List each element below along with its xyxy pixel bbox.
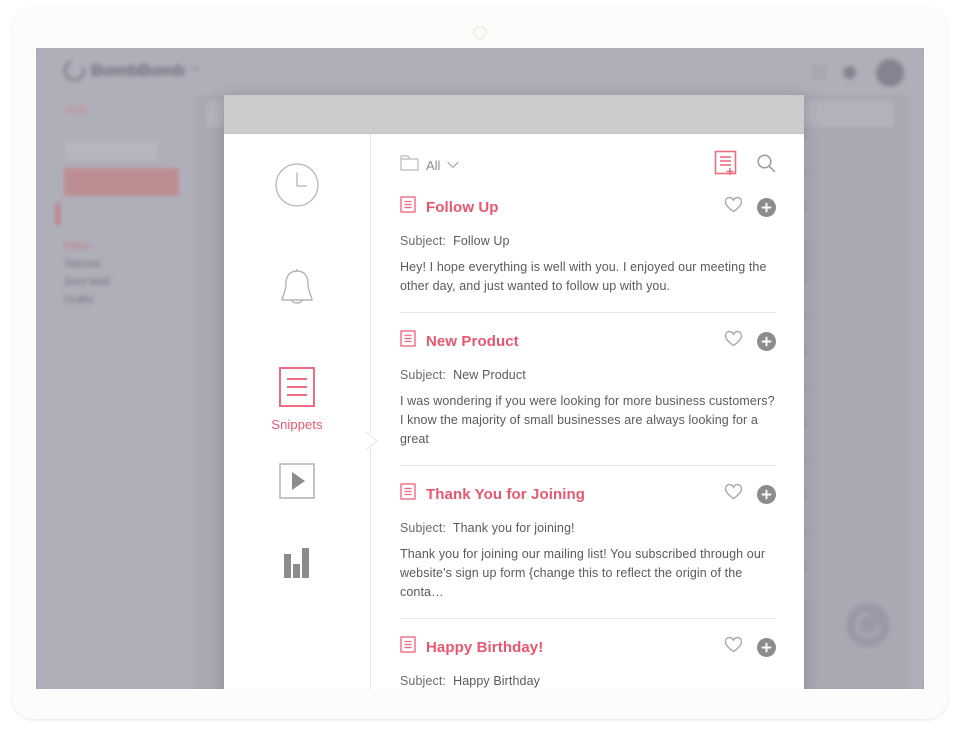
sidebar-item-snippets[interactable]: Snippets xyxy=(224,366,370,432)
search-icon[interactable] xyxy=(756,153,776,178)
camera-icon xyxy=(474,26,487,39)
snippet-subject-label: Subject: xyxy=(400,674,446,688)
snippet-icon xyxy=(400,636,416,658)
snippet-header: New Product xyxy=(400,330,776,352)
chevron-down-icon xyxy=(447,156,459,174)
plus-circle-icon[interactable] xyxy=(757,638,776,657)
snippet-body: Hey! I hope everything is well with you.… xyxy=(400,258,776,296)
heart-icon[interactable] xyxy=(724,483,743,505)
snippet-icon xyxy=(400,330,416,352)
bombbomb-logo: BombBomb ™ xyxy=(64,60,199,81)
sidebar-item-drafts[interactable]: Drafts xyxy=(64,294,93,306)
snippet-subject: Subject: Happy Birthday xyxy=(400,674,776,688)
list-item[interactable]: Thank You for Joining xyxy=(400,483,776,619)
heart-icon[interactable] xyxy=(724,196,743,218)
snippet-title-wrap: Thank You for Joining xyxy=(400,483,585,505)
snippet-subject-value: New Product xyxy=(453,368,526,382)
sidebar-item-analytics[interactable] xyxy=(224,544,370,580)
snippet-subject-label: Subject: xyxy=(400,521,446,535)
sidebar-item-notifications[interactable] xyxy=(224,266,370,314)
snippet-subject: Subject: New Product xyxy=(400,368,776,382)
heart-icon[interactable] xyxy=(724,636,743,658)
snippet-title-wrap: Happy Birthday! xyxy=(400,636,543,658)
snippets-toolbar: All xyxy=(400,134,776,196)
tablet-device-frame: BombBomb ™ Mail Inbox Starred Sent Mail … xyxy=(12,7,948,719)
folder-filter-label: All xyxy=(426,158,440,173)
clock-icon xyxy=(274,162,320,208)
background-right-strip xyxy=(908,95,924,689)
sidebar-item-sent-mail[interactable]: Sent Mail xyxy=(64,276,110,288)
snippet-title: Happy Birthday! xyxy=(426,639,543,656)
sidebar-item-inbox[interactable]: Inbox xyxy=(64,240,91,252)
modal-rail: Snippets xyxy=(224,134,370,689)
refresh-icon[interactable] xyxy=(846,603,890,647)
snippet-actions xyxy=(724,483,776,505)
active-nav-marker xyxy=(56,203,60,225)
heart-icon[interactable] xyxy=(724,330,743,352)
snippet-actions xyxy=(724,196,776,218)
list-item[interactable]: New Product xyxy=(400,330,776,466)
folder-filter-dropdown[interactable]: All xyxy=(400,155,459,176)
snippets-modal: Snippets xyxy=(224,95,804,689)
snippet-icon xyxy=(400,483,416,505)
sidebar-item-history[interactable] xyxy=(224,162,370,208)
sidebar-item-videos[interactable] xyxy=(224,462,370,500)
toolbar-actions xyxy=(714,150,776,181)
snippet-header: Follow Up xyxy=(400,196,776,218)
snippet-subject-value: Thank you for joining! xyxy=(453,521,575,535)
list-item[interactable]: Happy Birthday! xyxy=(400,636,776,689)
snippets-content: All xyxy=(370,134,804,689)
play-icon xyxy=(278,462,316,500)
avatar[interactable] xyxy=(876,59,904,87)
apps-grid-icon[interactable] xyxy=(812,65,826,79)
snippet-subject-value: Happy Birthday xyxy=(453,674,540,688)
snippet-body: Thank you for joining our mailing list! … xyxy=(400,545,776,602)
sidebar-item-label: Snippets xyxy=(271,417,322,432)
plus-circle-icon[interactable] xyxy=(757,485,776,504)
modal-body: Snippets xyxy=(224,134,804,689)
compose-button[interactable] xyxy=(64,168,179,196)
device-screen: BombBomb ™ Mail Inbox Starred Sent Mail … xyxy=(36,48,924,689)
snippet-icon xyxy=(278,366,316,408)
modal-header-bar xyxy=(224,95,804,134)
snippet-actions xyxy=(724,636,776,658)
bell-icon xyxy=(274,266,320,314)
add-snippet-icon[interactable] xyxy=(714,150,740,181)
folder-icon xyxy=(400,155,419,176)
snippet-title: Follow Up xyxy=(426,199,499,216)
snippet-body: I was wondering if you were looking for … xyxy=(400,392,776,449)
snippet-title-wrap: Follow Up xyxy=(400,196,499,218)
snippet-title: New Product xyxy=(426,333,519,350)
notification-dot-icon[interactable] xyxy=(843,66,856,79)
bombbomb-mark-icon xyxy=(61,57,89,85)
trademark-symbol: ™ xyxy=(191,66,199,75)
plus-circle-icon[interactable] xyxy=(757,198,776,217)
snippet-subject: Subject: Follow Up xyxy=(400,234,776,248)
snippet-title-wrap: New Product xyxy=(400,330,519,352)
snippet-title: Thank You for Joining xyxy=(426,486,585,503)
list-item[interactable]: Follow Up xyxy=(400,196,776,313)
snippet-subject-label: Subject: xyxy=(400,368,446,382)
snippet-actions xyxy=(724,330,776,352)
plus-circle-icon[interactable] xyxy=(757,332,776,351)
snippet-header: Thank You for Joining xyxy=(400,483,776,505)
snippet-icon xyxy=(400,196,416,218)
bar-chart-icon xyxy=(279,544,315,580)
snippet-header: Happy Birthday! xyxy=(400,636,776,658)
snippet-subject-label: Subject: xyxy=(400,234,446,248)
snippet-subject-value: Follow Up xyxy=(453,234,509,248)
bombbomb-wordmark: BombBomb xyxy=(91,61,185,81)
search-input[interactable] xyxy=(64,140,159,162)
page-title: Mail xyxy=(64,102,88,117)
snippet-subject: Subject: Thank you for joining! xyxy=(400,521,776,535)
sidebar-item-starred[interactable]: Starred xyxy=(64,258,100,270)
